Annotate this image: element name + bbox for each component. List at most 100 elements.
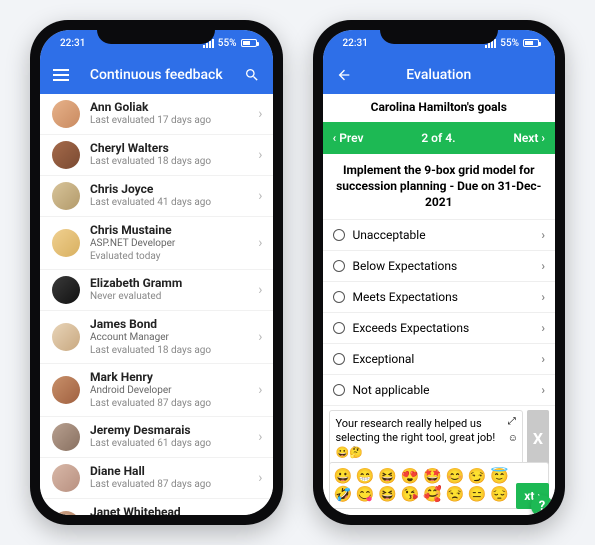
radio-icon [333,353,345,365]
person-row[interactable]: Mark HenryAndroid DeveloperLast evaluate… [40,364,273,417]
chevron-right-icon: › [541,290,545,304]
person-row[interactable]: Diane HallLast evaluated 87 days ago› [40,458,273,499]
avatar [52,229,80,257]
next-button[interactable]: Next › [513,131,545,145]
person-info: Chris MustaineASP.NET DeveloperEvaluated… [90,223,254,263]
prev-button[interactable]: ‹ Prev [333,131,364,145]
rating-options: Unacceptable›Below Expectations›Meets Ex… [323,219,556,406]
avatar [52,141,80,169]
person-role: ASP.NET Developer [90,238,254,251]
notch [97,20,215,44]
person-info: James BondAccount ManagerLast evaluated … [90,317,254,357]
person-row[interactable]: Ann GoliakLast evaluated 17 days ago› [40,94,273,135]
chevron-right-icon: › [541,259,545,273]
app-bar: Continuous feedback [40,56,273,94]
person-info: Ann GoliakLast evaluated 17 days ago [90,100,254,128]
person-row[interactable]: Chris MustaineASP.NET DeveloperEvaluated… [40,217,273,270]
person-row[interactable]: Cheryl WaltersLast evaluated 18 days ago… [40,135,273,176]
goal-text: Implement the 9-box grid model for succe… [323,154,556,219]
option-label: Exceeds Expectations [353,321,542,335]
search-icon [244,67,260,83]
emoji-icon[interactable]: ☺ [508,432,518,445]
hamburger-icon [53,69,69,81]
comment-row: Your research really helped us selecting… [329,410,550,467]
avatar [52,376,80,404]
avatar [52,100,80,128]
chevron-right-icon: › [258,188,262,204]
person-info: Janet WhiteheadTesterLast evaluated 17 d… [90,505,254,515]
radio-icon [333,229,345,241]
battery-pct: 55% [218,38,237,49]
chevron-right-icon: › [258,282,262,298]
person-sub: Evaluated today [90,251,254,264]
menu-button[interactable] [50,64,72,86]
rating-option[interactable]: Exceptional› [323,344,556,375]
status-time: 22:31 [343,38,368,49]
avatar [52,464,80,492]
person-name: Cheryl Walters [90,141,254,156]
rating-option[interactable]: Not applicable› [323,375,556,406]
chevron-right-icon: › [258,429,262,445]
avatar [52,182,80,210]
person-info: Diane HallLast evaluated 87 days ago [90,464,254,492]
step-indicator: 2 of 4. [421,131,455,145]
search-button[interactable] [241,64,263,86]
person-row[interactable]: James BondAccount ManagerLast evaluated … [40,311,273,364]
person-row[interactable]: Elizabeth GrammNever evaluated› [40,270,273,311]
app-bar: Evaluation [323,56,556,94]
person-sub: Last evaluated 41 days ago [90,197,254,210]
option-label: Exceptional [353,352,542,366]
close-comment-button[interactable]: X [527,410,549,467]
person-name: Jeremy Desmarais [90,423,254,438]
notch [380,20,498,44]
people-list[interactable]: Ann GoliakLast evaluated 17 days ago›Che… [40,94,273,515]
comment-input[interactable]: Your research really helped us selecting… [329,410,524,467]
person-name: Elizabeth Gramm [90,276,254,291]
rating-option[interactable]: Exceeds Expectations› [323,313,556,344]
battery-icon [523,39,539,47]
battery-pct: 55% [500,38,519,49]
option-label: Meets Expectations [353,290,542,304]
evaluation-content: Carolina Hamilton's goals ‹ Prev 2 of 4.… [323,94,556,515]
status-time: 22:31 [60,38,85,49]
person-info: Mark HenryAndroid DeveloperLast evaluate… [90,370,254,410]
avatar [52,511,80,515]
person-name: Chris Joyce [90,182,254,197]
expand-icon[interactable]: ⤢ [508,415,518,428]
chevron-right-icon: › [258,147,262,163]
help-button[interactable]: ? [531,495,553,515]
app-title: Continuous feedback [90,67,223,83]
back-button[interactable] [333,64,355,86]
emoji-row-2[interactable]: 🤣 😋 😆 😘 🥰 😒 😑 😔 [334,485,545,504]
person-sub: Never evaluated [90,291,254,304]
rating-option[interactable]: Meets Expectations› [323,282,556,313]
chevron-right-icon: › [258,106,262,122]
comment-handles[interactable]: ⤢ ☺ [508,415,518,445]
chevron-right-icon: › [541,383,545,397]
radio-icon [333,260,345,272]
people-list-container: Ann GoliakLast evaluated 17 days ago›Che… [40,94,273,515]
screen-left: 22:31 55% Continuous feedback Ann Goliak… [40,30,273,515]
person-name: Diane Hall [90,464,254,479]
person-row[interactable]: Chris JoyceLast evaluated 41 days ago › [40,176,273,217]
chevron-right-icon: › [541,352,545,366]
chevron-right-icon: › [541,228,545,242]
option-label: Below Expectations [353,259,542,273]
person-sub: Last evaluated 87 days ago [90,398,254,411]
person-sub: Last evaluated 61 days ago [90,438,254,451]
radio-icon [333,322,345,334]
person-info: Jeremy DesmaraisLast evaluated 61 days a… [90,423,254,451]
phone-left: 22:31 55% Continuous feedback Ann Goliak… [30,20,283,525]
emoji-row-1[interactable]: 😀 😁 😆 😍 🤩 😊 😏 😇 [334,467,545,486]
chevron-right-icon: › [258,382,262,398]
comment-text: Your research really helped us selecting… [336,417,496,459]
app-title: Evaluation [406,67,471,83]
person-sub: Last evaluated 87 days ago [90,479,254,492]
option-label: Unacceptable [353,228,542,242]
rating-option[interactable]: Unacceptable› [323,220,556,251]
person-info: Cheryl WaltersLast evaluated 18 days ago [90,141,254,169]
person-row[interactable]: Janet WhiteheadTesterLast evaluated 17 d… [40,499,273,515]
person-info: Elizabeth GrammNever evaluated [90,276,254,304]
rating-option[interactable]: Below Expectations› [323,251,556,282]
person-row[interactable]: Jeremy DesmaraisLast evaluated 61 days a… [40,417,273,458]
